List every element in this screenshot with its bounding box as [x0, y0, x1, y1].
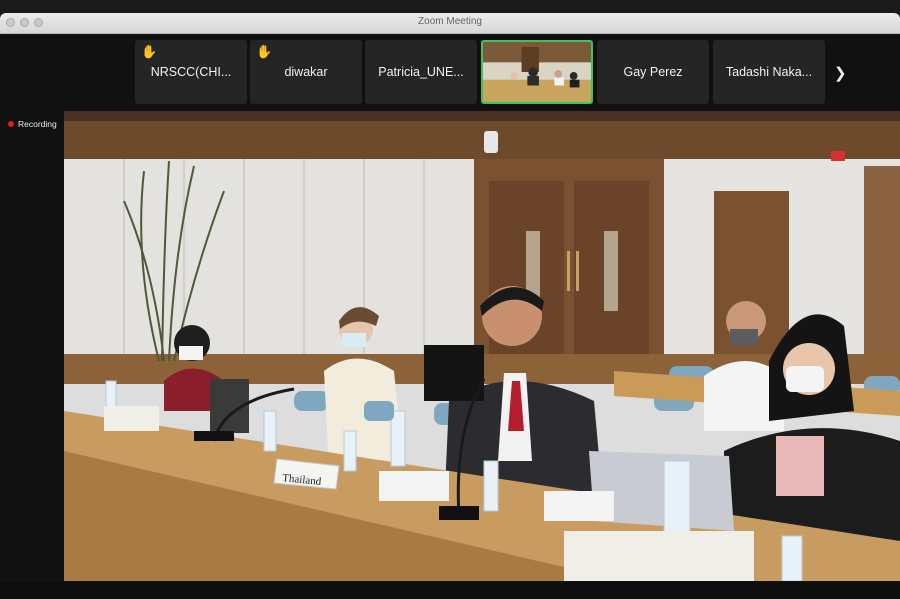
window-title: Zoom Meeting: [418, 16, 482, 27]
speaker-video-thumbnail: [483, 42, 591, 102]
recording-indicator: Recording: [8, 119, 57, 129]
main-video-feed[interactable]: Thailand: [64, 111, 900, 581]
raised-hand-icon: ✋: [256, 44, 273, 59]
meeting-room-video: Thailand: [64, 111, 900, 581]
active-speaker-thumbnail[interactable]: [481, 40, 593, 104]
participant-tile[interactable]: Patricia_UNE...: [365, 40, 477, 104]
participant-tile[interactable]: ✋ NRSCC(CHI...: [135, 40, 247, 104]
bottom-bar: [0, 582, 900, 599]
participant-name: Patricia_UNE...: [378, 65, 464, 79]
raised-hand-icon: ✋: [141, 44, 158, 59]
participant-tile[interactable]: Gay Perez: [597, 40, 709, 104]
recording-dot-icon: [8, 121, 14, 127]
participant-name: Gay Perez: [623, 65, 683, 79]
participant-strip: ✋ NRSCC(CHI... ✋ diwakar Patricia_UNE...: [0, 34, 900, 114]
recording-label: Recording: [18, 119, 57, 129]
participant-name: NRSCC(CHI...: [150, 65, 232, 79]
zoom-window: Zoom Meeting ✋ NRSCC(CHI... ✋ diwakar Pa…: [0, 13, 900, 599]
participant-name: Tadashi Naka...: [725, 65, 813, 79]
chevron-right-icon[interactable]: ❯: [834, 64, 847, 82]
participant-name: diwakar: [284, 65, 328, 79]
participant-tile[interactable]: Tadashi Naka...: [713, 40, 825, 104]
title-bar: Zoom Meeting: [0, 13, 900, 34]
participant-tile[interactable]: ✋ diwakar: [250, 40, 362, 104]
